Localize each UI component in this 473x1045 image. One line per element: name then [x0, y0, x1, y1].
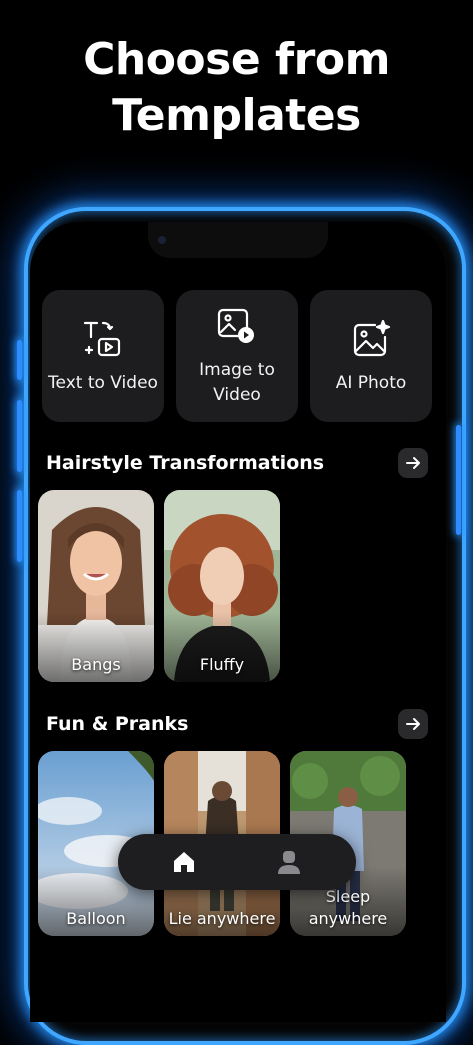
image-to-video-card[interactable]: Image to Video — [176, 290, 298, 422]
app-screen: Text to Video Image to Video AI Photo Ha… — [30, 222, 446, 1022]
headline-line-1: Choose from — [83, 34, 390, 85]
promo-headline: Choose from Templates — [0, 32, 473, 144]
image-to-video-label-line1: Image to — [199, 360, 275, 380]
text-to-video-card[interactable]: Text to Video — [42, 290, 164, 422]
tile-label-sleep-line2: anywhere — [308, 909, 388, 928]
tile-label-bangs: Bangs — [71, 655, 121, 674]
image-to-video-icon — [217, 308, 254, 343]
bottom-nav-bar — [118, 834, 356, 890]
headline-line-2: Templates — [112, 90, 361, 141]
tile-label-sleep-anywhere: Sleep anywhere — [290, 886, 406, 930]
template-tile-fluffy[interactable]: Fluffy — [164, 490, 280, 682]
arrow-right-icon — [406, 457, 420, 469]
image-to-video-label-line2: Video — [213, 385, 261, 405]
phone-notch — [148, 222, 328, 258]
fun-section-title: Fun & Pranks — [46, 713, 189, 735]
hairstyle-section-title: Hairstyle Transformations — [46, 452, 325, 474]
phone-volume-down — [17, 490, 22, 562]
hairstyle-see-all-button[interactable] — [398, 448, 428, 478]
phone-side-button — [17, 340, 22, 380]
phone-volume-up — [17, 400, 22, 472]
image-to-video-label: Image to Video — [199, 358, 275, 408]
fun-see-all-button[interactable] — [398, 709, 428, 739]
tile-label-fluffy: Fluffy — [199, 655, 245, 674]
arrow-right-icon — [406, 718, 420, 730]
profile-icon[interactable] — [276, 849, 302, 875]
quick-actions: Text to Video Image to Video AI Photo — [42, 290, 432, 422]
tile-label-balloon: Balloon — [66, 909, 126, 928]
ai-photo-label: AI Photo — [335, 372, 407, 393]
ai-photo-card[interactable]: AI Photo — [310, 290, 432, 422]
text-to-video-label: Text to Video — [48, 372, 158, 393]
camera-dot — [158, 236, 166, 244]
ai-photo-icon — [353, 319, 391, 356]
template-tile-bangs[interactable]: Bangs — [38, 490, 154, 682]
text-to-video-icon — [83, 321, 121, 356]
phone-power-button — [456, 425, 461, 535]
tile-label-lie-anywhere: Lie anywhere — [168, 909, 276, 928]
home-icon[interactable] — [171, 849, 197, 875]
